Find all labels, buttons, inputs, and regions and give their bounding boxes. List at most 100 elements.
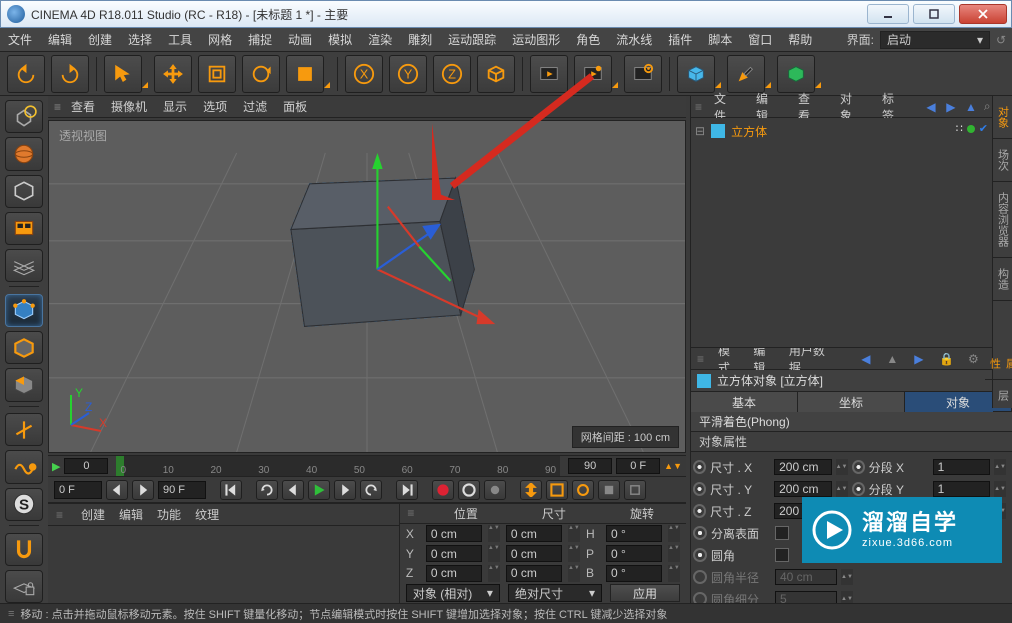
separate-surface-checkbox[interactable] xyxy=(775,526,789,540)
anim-dot[interactable] xyxy=(852,482,865,496)
side-tab-browser[interactable]: 内容浏览器 xyxy=(993,182,1012,258)
model-mode-button[interactable] xyxy=(5,175,43,208)
axis-x-toggle[interactable]: X xyxy=(345,55,383,93)
panel-grip-icon[interactable]: ≡ xyxy=(54,100,61,114)
key-pla-button[interactable] xyxy=(624,480,646,500)
size-z-input[interactable]: 0 cm xyxy=(506,565,562,582)
render-region-button[interactable] xyxy=(574,55,612,93)
viewport-solo-button[interactable]: S xyxy=(5,488,43,521)
timeline-end-field[interactable]: 90 xyxy=(568,458,612,474)
attr-cat-coord[interactable]: 坐标 xyxy=(798,392,905,412)
size-y-input[interactable]: 0 cm xyxy=(506,545,562,562)
seg-x-input[interactable]: 1 xyxy=(933,459,990,475)
anim-dot[interactable] xyxy=(693,570,707,584)
layout-dropdown[interactable]: 启动▾ xyxy=(880,31,990,49)
panel-grip-icon[interactable]: ≡ xyxy=(8,608,14,620)
record-button[interactable] xyxy=(432,480,454,500)
menu-snap[interactable]: 捕捉 xyxy=(240,28,280,52)
object-mode-button[interactable] xyxy=(5,212,43,245)
abs-size-dropdown[interactable]: 绝对尺寸▾ xyxy=(508,584,602,602)
menu-create[interactable]: 创建 xyxy=(80,28,120,52)
play-button[interactable] xyxy=(308,480,330,500)
vp-menu-filter[interactable]: 过滤 xyxy=(243,98,267,115)
vp-menu-camera[interactable]: 摄像机 xyxy=(111,98,147,115)
menu-mesh[interactable]: 网格 xyxy=(200,28,240,52)
anim-dot[interactable] xyxy=(693,526,707,540)
vp-menu-view[interactable]: 查看 xyxy=(71,98,95,115)
pen-tool[interactable] xyxy=(727,55,765,93)
window-close[interactable] xyxy=(959,4,1007,24)
rotate-tool[interactable] xyxy=(242,55,280,93)
size-x-input[interactable]: 200 cm xyxy=(774,459,831,475)
menu-sculpt[interactable]: 雕刻 xyxy=(400,28,440,52)
nav-fwd-icon[interactable]: ▶ xyxy=(944,100,958,114)
loop-end-button[interactable] xyxy=(360,480,382,500)
workplane-lock-button[interactable] xyxy=(5,570,43,603)
lock-icon[interactable]: 🔒 xyxy=(939,352,953,366)
pos-z-input[interactable]: 0 cm xyxy=(426,565,482,582)
key-rot-button[interactable] xyxy=(572,480,594,500)
menu-anim[interactable]: 动画 xyxy=(280,28,320,52)
timeline-start-field[interactable]: 0 xyxy=(64,458,108,474)
nav-back-icon[interactable]: ◀ xyxy=(860,352,872,366)
menu-tools[interactable]: 工具 xyxy=(160,28,200,52)
side-tab-attr[interactable]: 属性 xyxy=(985,348,1012,380)
render-pv-button[interactable] xyxy=(530,55,568,93)
coord-system-toggle[interactable] xyxy=(477,55,515,93)
menu-script[interactable]: 脚本 xyxy=(700,28,740,52)
goto-end-button[interactable] xyxy=(396,480,418,500)
menu-window[interactable]: 窗口 xyxy=(740,28,780,52)
move-tool[interactable] xyxy=(154,55,192,93)
range-next-button[interactable] xyxy=(132,480,154,500)
anim-dot[interactable] xyxy=(693,592,707,603)
menu-pipeline[interactable]: 流水线 xyxy=(608,28,660,52)
timeline-ruler[interactable]: 0102030405060708090 xyxy=(116,456,560,476)
anim-dot[interactable] xyxy=(693,460,706,474)
object-tree[interactable]: ⊟ 立方体 ∷✔ xyxy=(691,118,1012,348)
attr-phong-tab[interactable]: 平滑着色(Phong) xyxy=(691,412,1012,432)
panel-grip-icon[interactable]: ≡ xyxy=(400,506,422,520)
material-grid[interactable] xyxy=(48,526,399,603)
mat-tab-func[interactable]: 功能 xyxy=(157,506,181,523)
autokey-button[interactable] xyxy=(458,480,480,500)
axis-y-toggle[interactable]: Y xyxy=(389,55,427,93)
coord-mode-dropdown[interactable]: 对象 (相对)▾ xyxy=(406,584,500,602)
pos-x-input[interactable]: 0 cm xyxy=(426,525,482,542)
vp-menu-panel[interactable]: 面板 xyxy=(283,98,307,115)
render-settings-button[interactable] xyxy=(624,55,662,93)
menu-render[interactable]: 渲染 xyxy=(360,28,400,52)
next-key-button[interactable] xyxy=(334,480,356,500)
rot-p-input[interactable]: 0 ° xyxy=(606,545,662,562)
seg-y-input[interactable]: 1 xyxy=(933,481,990,497)
key-scale-button[interactable] xyxy=(546,480,568,500)
menu-char[interactable]: 角色 xyxy=(568,28,608,52)
dropdown-indicator[interactable] xyxy=(815,82,821,88)
mat-tab-tex[interactable]: 纹理 xyxy=(195,506,219,523)
panel-grip-icon[interactable]: ≡ xyxy=(697,352,704,366)
enable-axis-button[interactable] xyxy=(5,413,43,446)
range-start-field[interactable]: 0 F xyxy=(54,481,102,499)
key-pos-button[interactable] xyxy=(520,480,542,500)
nav-up-icon[interactable]: ▲ xyxy=(964,100,978,114)
side-tab-layer[interactable]: 层 xyxy=(993,380,1012,412)
live-select-tool[interactable] xyxy=(104,55,142,93)
rot-h-input[interactable]: 0 ° xyxy=(606,525,662,542)
dropdown-indicator[interactable] xyxy=(715,82,721,88)
range-end-field[interactable]: 90 F xyxy=(158,481,206,499)
dropdown-indicator[interactable] xyxy=(612,82,618,88)
undo-button[interactable] xyxy=(7,55,45,93)
size-x-input[interactable]: 0 cm xyxy=(506,525,562,542)
pos-y-input[interactable]: 0 cm xyxy=(426,545,482,562)
nav-up-icon[interactable]: ▲ xyxy=(886,352,898,366)
goto-start-button[interactable] xyxy=(220,480,242,500)
add-surface-button[interactable] xyxy=(777,55,815,93)
menu-sim[interactable]: 模拟 xyxy=(320,28,360,52)
loop-button[interactable] xyxy=(256,480,278,500)
dropdown-indicator[interactable] xyxy=(142,82,148,88)
mat-tab-edit[interactable]: 编辑 xyxy=(119,506,143,523)
mat-tab-create[interactable]: 创建 xyxy=(81,506,105,523)
redo-button[interactable] xyxy=(51,55,89,93)
anim-dot[interactable] xyxy=(693,482,706,496)
menu-track[interactable]: 运动跟踪 xyxy=(440,28,504,52)
points-mode-button[interactable] xyxy=(5,294,43,327)
